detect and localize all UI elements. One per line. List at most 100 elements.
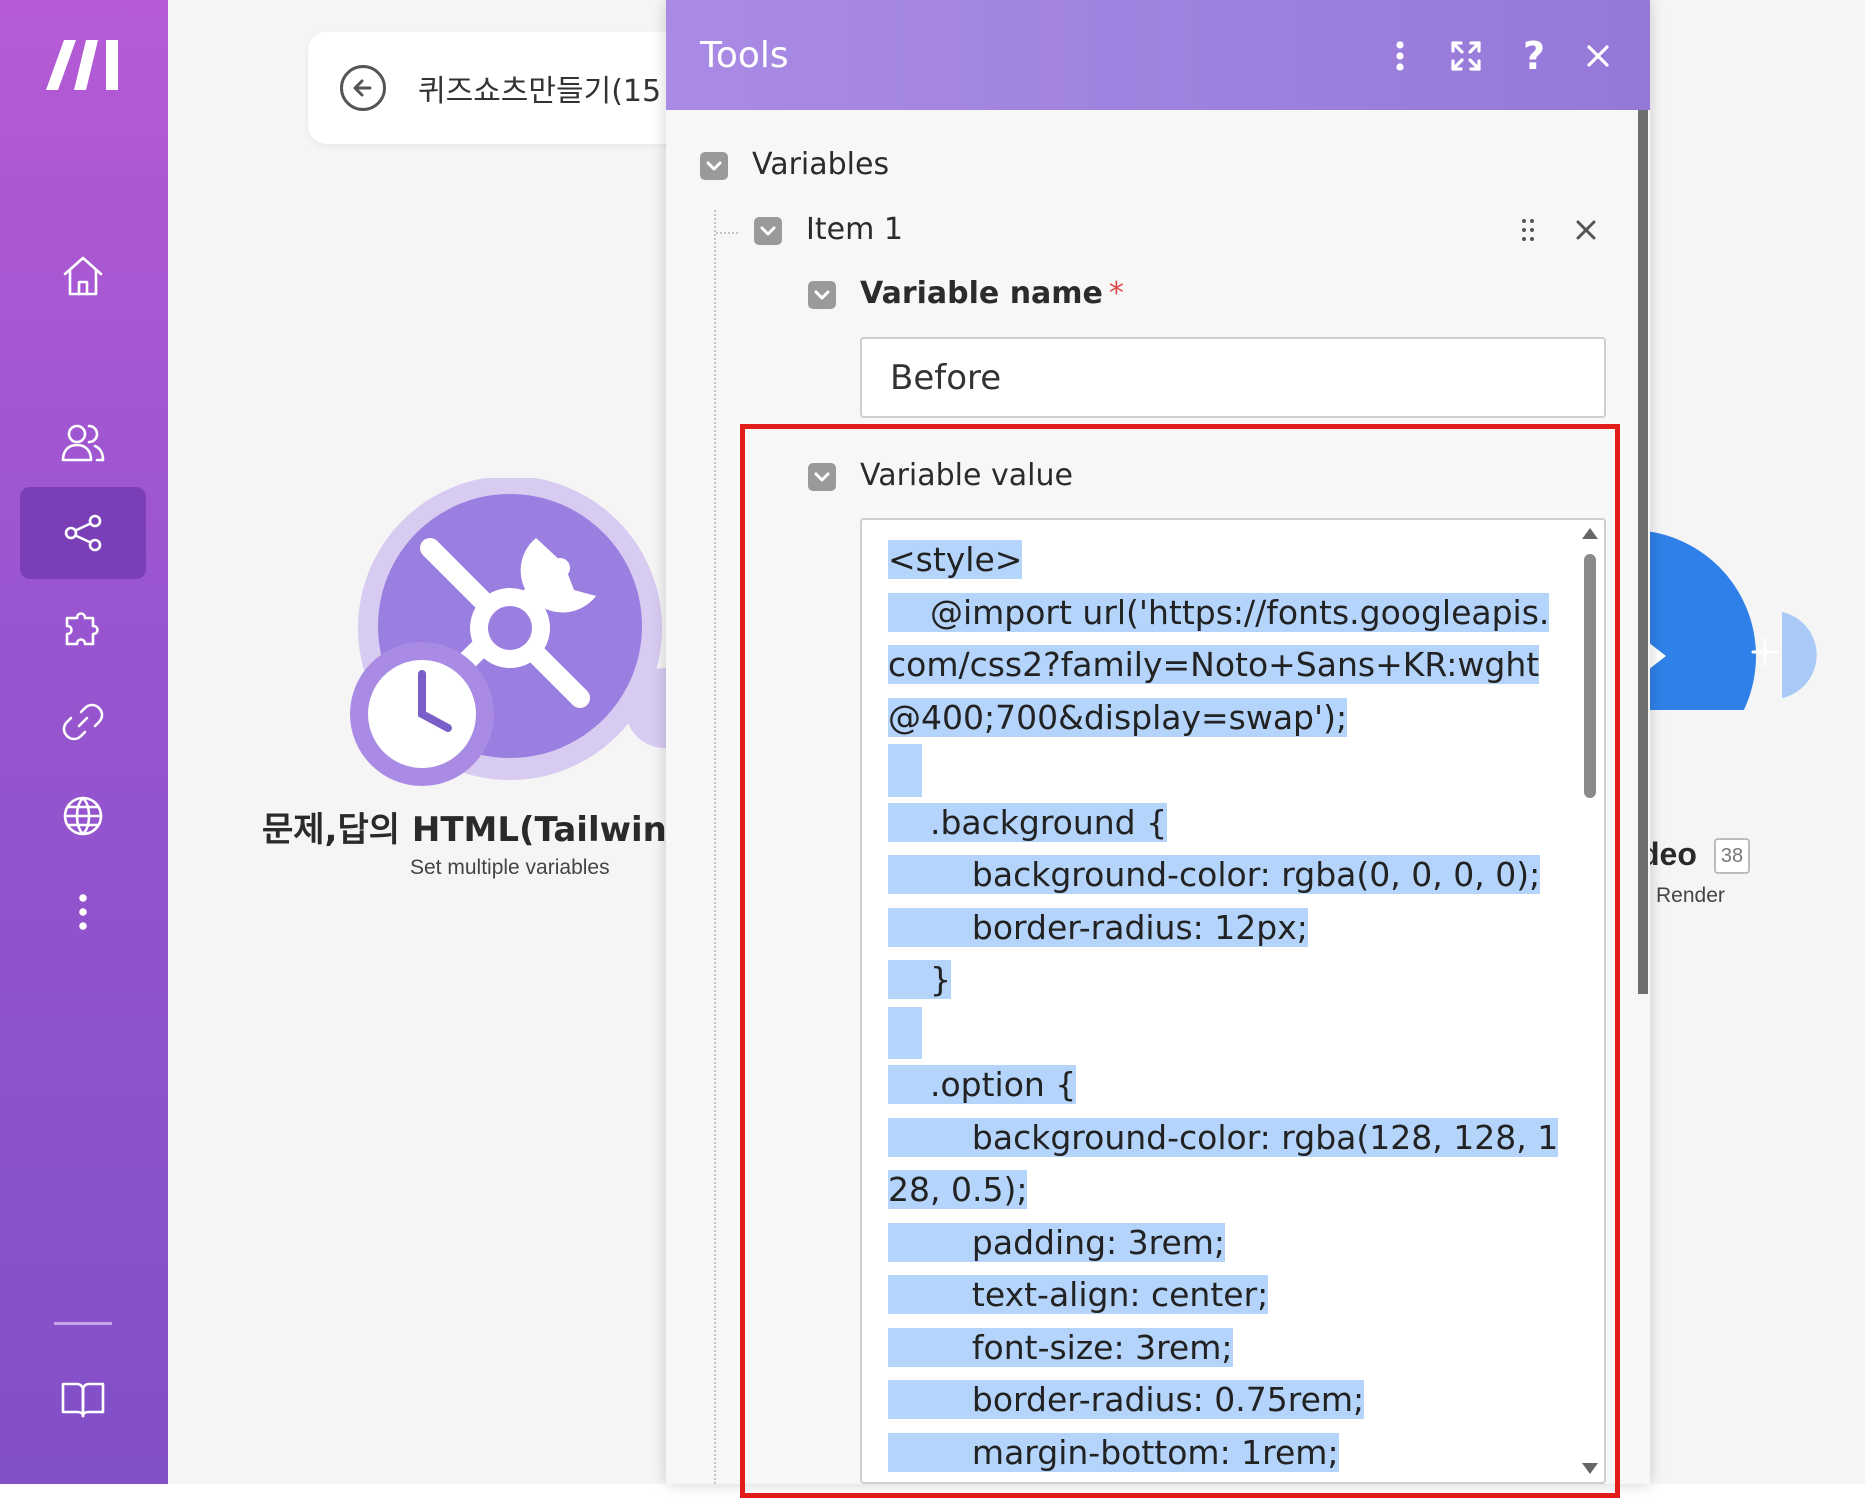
item-drag-handle[interactable] [1508, 210, 1548, 250]
panel-header: Tools [666, 0, 1650, 110]
code-line: @import url('https://fonts.googleapis. [888, 587, 1550, 640]
code-line: .background { [888, 797, 1548, 850]
variable-name-label-text: Variable name [860, 276, 1103, 311]
arrow-left-icon [353, 79, 372, 97]
textarea-scroll-down-arrow[interactable] [1582, 1463, 1598, 1474]
code-line: margin-bottom: 1rem; [888, 1427, 1548, 1480]
code-line-text [888, 1006, 922, 1059]
sidebar-item-docs[interactable] [20, 1352, 146, 1444]
item-remove-button[interactable] [1566, 210, 1606, 250]
panel-menu-button[interactable] [1376, 32, 1424, 80]
tools-panel: Tools ? Variables Item 1 Variable name *… [666, 0, 1650, 1484]
sidebar [0, 0, 168, 1484]
tools-module-icon [350, 476, 705, 786]
code-line: background-color: rgba(0, 0, 0, 0); [888, 849, 1548, 902]
plus-icon [1751, 638, 1779, 666]
code-line-text: .option { [888, 1065, 1077, 1104]
code-content: <style> @import url('https://fonts.googl… [888, 534, 1559, 1480]
back-button[interactable] [340, 65, 386, 111]
sidebar-item-team[interactable] [20, 396, 146, 488]
code-line: border-radius: 12px; [888, 902, 1548, 955]
tools-module-node[interactable] [350, 476, 705, 788]
sidebar-divider [54, 1322, 112, 1325]
code-line-text: font-size: 3rem; [888, 1327, 1233, 1367]
sidebar-item-scenarios[interactable] [20, 487, 146, 579]
tree-guide-tick [716, 232, 738, 234]
more-vertical-icon [1396, 41, 1404, 71]
code-line: padding: 3rem; [888, 1217, 1548, 1270]
sidebar-item-apps[interactable] [20, 582, 146, 674]
variable-name-value: Before [890, 357, 1002, 398]
code-line-text: border-radius: 0.75rem; [888, 1380, 1365, 1419]
code-line-text: background-color: rgba(128, 128, 1 [888, 1117, 1559, 1157]
add-module-button[interactable] [1745, 632, 1785, 672]
make-logo[interactable] [42, 34, 126, 94]
code-line-text: border-radius: 12px; [888, 907, 1308, 947]
tree-guide-line [714, 210, 716, 1484]
sidebar-item-connections[interactable] [20, 676, 146, 768]
item-label: Item 1 [806, 212, 903, 247]
code-line-text: 28, 0.5); [888, 1170, 1028, 1209]
textarea-scrollbar-thumb[interactable] [1584, 554, 1596, 798]
chevron-down-icon [706, 161, 722, 171]
code-line: <style> [888, 534, 1548, 587]
video-module-id-badge: 38 [1714, 838, 1750, 874]
variable-value-toggle[interactable] [808, 463, 836, 491]
scenario-topbar: 퀴즈쇼츠만들기(15 [308, 32, 728, 144]
close-icon [1576, 220, 1596, 240]
panel-help-button[interactable]: ? [1510, 32, 1558, 80]
variable-value-textarea[interactable]: <style> @import url('https://fonts.googl… [860, 518, 1606, 1484]
chevron-down-icon [814, 290, 830, 300]
video-module-subtitle: Render [1656, 884, 1725, 907]
textarea-scroll-up-arrow[interactable] [1582, 528, 1598, 539]
module-title: 문제,답의 HTML(Tailwind [262, 810, 692, 850]
sidebar-item-more[interactable] [20, 866, 146, 958]
code-line: border-radius: 0.75rem; [888, 1374, 1548, 1427]
code-line-text: padding: 3rem; [888, 1222, 1226, 1262]
share-icon [64, 514, 102, 552]
code-line-text: <style> [888, 540, 1023, 579]
code-line: @400;700&display=swap'); [888, 692, 1548, 745]
users-icon [61, 424, 105, 462]
code-line: font-size: 3rem; [888, 1322, 1548, 1375]
more-vertical-icon [79, 894, 87, 930]
code-line-text: } [888, 960, 951, 999]
expand-icon [1451, 41, 1481, 71]
code-line [888, 744, 1548, 797]
code-line: background-color: rgba(128, 128, 1 [888, 1112, 1559, 1165]
variables-collapse-toggle[interactable] [700, 152, 728, 180]
code-line-text: @import url('https://fonts.googleapis. [888, 592, 1550, 632]
sidebar-item-home[interactable] [20, 230, 146, 322]
home-icon [63, 256, 103, 296]
code-line: 28, 0.5); [888, 1164, 1548, 1217]
code-line [888, 1006, 1548, 1059]
module-subtitle: Set multiple variables [410, 856, 610, 879]
code-line: text-align: center; [888, 1269, 1548, 1322]
drag-handle-icon [1522, 219, 1534, 241]
code-line-text: @400;700&display=swap'); [888, 697, 1348, 737]
sidebar-item-webhooks[interactable] [20, 770, 146, 862]
panel-scrollbar[interactable] [1638, 110, 1648, 994]
panel-expand-button[interactable] [1442, 32, 1490, 80]
panel-close-button[interactable] [1574, 32, 1622, 80]
variable-name-input[interactable]: Before [860, 337, 1606, 418]
chevron-down-icon [760, 226, 776, 236]
code-line-text [888, 744, 922, 797]
globe-icon [63, 796, 103, 836]
code-line: com/css2?family=Noto+Sans+KR:wght [888, 639, 1548, 692]
help-icon: ? [1522, 34, 1546, 78]
variable-name-label: Variable name * [860, 276, 1124, 311]
variables-label: Variables [752, 147, 890, 182]
code-line-text: com/css2?family=Noto+Sans+KR:wght [888, 645, 1540, 684]
puzzle-icon [65, 612, 99, 646]
variable-value-label: Variable value [860, 458, 1073, 493]
link-icon [62, 703, 104, 741]
required-mark: * [1108, 276, 1124, 311]
code-line-text: margin-bottom: 1rem; [888, 1432, 1339, 1472]
item-collapse-toggle[interactable] [754, 217, 782, 245]
code-line-text: .background { [888, 802, 1168, 842]
chevron-down-icon [814, 472, 830, 482]
make-logo-icon [46, 40, 118, 90]
variable-name-toggle[interactable] [808, 281, 836, 309]
code-line: .option { [888, 1059, 1548, 1112]
